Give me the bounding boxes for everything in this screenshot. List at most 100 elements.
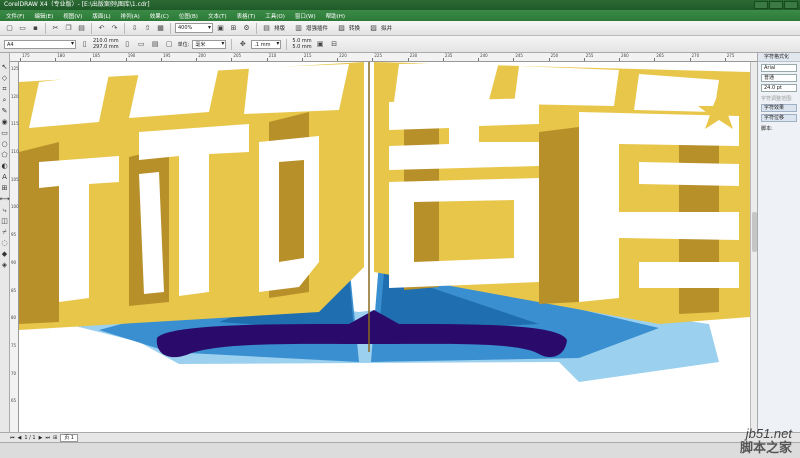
ruler-label: 215	[303, 53, 312, 58]
ruler-label: 105	[11, 176, 19, 182]
plugin-icon[interactable]: ▥	[293, 23, 304, 34]
page-size-select[interactable]: A4	[4, 39, 76, 49]
font-select[interactable]: Arial	[761, 64, 797, 72]
ruler-tick	[407, 58, 409, 61]
menu-bitmaps[interactable]: 位图(B)	[175, 12, 204, 20]
redo-icon[interactable]: ↷	[109, 23, 120, 34]
connector-tool-icon[interactable]: ⤷	[3, 206, 7, 214]
ruler-tick	[337, 58, 339, 61]
first-page-icon[interactable]: ⏮	[10, 435, 15, 441]
merge-icon[interactable]: ▨	[368, 23, 379, 34]
ruler-tick	[90, 58, 92, 61]
import-icon[interactable]: ⇩	[129, 23, 140, 34]
close-button[interactable]	[784, 1, 798, 9]
new-file-icon[interactable]: ▢	[4, 23, 15, 34]
fullscreen-icon[interactable]: ▣	[215, 23, 226, 34]
open-file-icon[interactable]: ▭	[17, 23, 28, 34]
smart-fill-icon[interactable]: ◉	[1, 118, 7, 126]
save-icon[interactable]: ▪	[30, 23, 41, 34]
menu-window[interactable]: 窗口(W)	[291, 12, 322, 20]
ruler-label: 220	[339, 53, 347, 58]
freehand-tool-icon[interactable]: ✎	[2, 107, 8, 115]
treat-as-filled-icon[interactable]: ▣	[315, 39, 326, 50]
menu-layout[interactable]: 版面(L)	[88, 12, 116, 20]
unit-select[interactable]: 毫米	[192, 39, 227, 49]
menu-text[interactable]: 文本(T)	[204, 12, 233, 20]
all-pages-icon[interactable]: ▤	[150, 39, 161, 50]
menu-table[interactable]: 表格(T)	[233, 12, 262, 20]
character-effects-button[interactable]: 字符效果	[761, 104, 797, 112]
script-label: 脚本:	[761, 126, 773, 132]
paste-icon[interactable]: ▤	[76, 23, 87, 34]
cut-icon[interactable]: ✂	[50, 23, 61, 34]
toolbar-separator	[286, 38, 288, 50]
minimize-button[interactable]	[754, 1, 768, 9]
last-page-icon[interactable]: ⏭	[45, 435, 50, 441]
font-size-field[interactable]: 24.0 pt	[761, 84, 797, 92]
layout-icon[interactable]: ▤	[261, 23, 272, 34]
font-style-select[interactable]: 普通	[761, 74, 797, 82]
convert-icon[interactable]: ▧	[336, 23, 347, 34]
next-page-icon[interactable]: ▶	[39, 435, 43, 441]
menu-effects[interactable]: 效果(C)	[146, 12, 175, 20]
undo-icon[interactable]: ↶	[96, 23, 107, 34]
toolbar-label-plugin[interactable]: 增强插件	[306, 24, 328, 32]
outline-tool-icon[interactable]: ◌	[1, 239, 7, 247]
page-tab[interactable]: 页 1	[60, 433, 78, 442]
dimension-tool-icon[interactable]: ⟷	[0, 195, 10, 203]
pick-tool-icon[interactable]: ↖	[2, 63, 8, 71]
toolbar-label-layout[interactable]: 排版	[274, 24, 285, 32]
ruler-label: 265	[656, 53, 664, 58]
page-navigator: ⏮ ◀ 1 / 1 ▶ ⏭ ⊞ 页 1	[0, 432, 800, 442]
toolbar-label-merge[interactable]: 拟并	[381, 24, 392, 32]
vertical-scrollbar[interactable]	[750, 62, 757, 432]
maximize-button[interactable]	[769, 1, 783, 9]
draw-options-icon[interactable]: ⊟	[329, 39, 340, 50]
menu-file[interactable]: 文件(F)	[2, 12, 30, 20]
shape-tool-icon[interactable]: ◇	[2, 74, 7, 82]
text-tool-icon[interactable]: A	[2, 173, 7, 181]
menu-bar: 文件(F) 编辑(E) 视图(V) 版面(L) 排列(A) 效果(C) 位图(B…	[0, 10, 800, 21]
character-shift-button[interactable]: 字符位移	[761, 114, 797, 122]
ruler-label: 180	[57, 53, 65, 58]
drawing-canvas[interactable]	[19, 62, 750, 432]
menu-tools[interactable]: 工具(O)	[261, 12, 291, 20]
export-icon[interactable]: ⇧	[142, 23, 153, 34]
ruler-label: 240	[480, 53, 488, 58]
nudge-distance-field[interactable]: .1 mm	[251, 39, 282, 49]
character-format-docker: 字符格式化 Arial 普通 24.0 pt 字符调整范围: 字符效果 字符位移…	[757, 53, 800, 432]
toolbar-label-convert[interactable]: 转换	[349, 24, 360, 32]
ruler-label: 230	[409, 53, 418, 58]
options-icon[interactable]: ⚙	[241, 23, 252, 34]
polygon-tool-icon[interactable]: ⬠	[1, 151, 7, 159]
prev-page-icon[interactable]: ◀	[18, 435, 22, 441]
menu-view[interactable]: 视图(V)	[59, 12, 88, 20]
portrait-icon[interactable]: ▯	[122, 39, 133, 50]
toolbar-separator	[256, 22, 257, 34]
copy-icon[interactable]: ❐	[63, 23, 74, 34]
table-tool-icon[interactable]: ⊞	[2, 184, 8, 192]
landscape-icon[interactable]: ▭	[136, 39, 147, 50]
duplicate-y-field[interactable]: 5.0 mm	[292, 44, 311, 50]
ruler-label: 245	[515, 53, 523, 58]
menu-edit[interactable]: 编辑(E)	[30, 12, 59, 20]
page-height-field[interactable]: 297.0 mm	[93, 44, 119, 50]
fill-tool-icon[interactable]: ◆	[2, 250, 7, 258]
ellipse-tool-icon[interactable]: ○	[1, 140, 7, 148]
ruler-label: 255	[585, 53, 594, 58]
zoom-tool-icon[interactable]: ⌕	[3, 96, 7, 104]
ruler-label: 75	[11, 342, 17, 348]
current-page-icon[interactable]: ▢	[164, 39, 175, 50]
menu-arrange[interactable]: 排列(A)	[117, 12, 146, 20]
snap-icon[interactable]: ⊞	[228, 23, 239, 34]
eyedropper-icon[interactable]: ⌿	[2, 228, 6, 236]
zoom-level-select[interactable]: 400%	[175, 23, 213, 33]
publish-pdf-icon[interactable]: ▦	[155, 23, 166, 34]
crop-tool-icon[interactable]: ⌗	[3, 85, 7, 93]
blend-tool-icon[interactable]: ◫	[1, 217, 8, 225]
rectangle-tool-icon[interactable]: ▭	[1, 129, 8, 137]
menu-help[interactable]: 帮助(H)	[322, 12, 351, 20]
add-page-icon[interactable]: ⊞	[53, 435, 57, 441]
interactive-fill-icon[interactable]: ◈	[2, 261, 7, 269]
basic-shapes-icon[interactable]: ◐	[1, 162, 7, 170]
